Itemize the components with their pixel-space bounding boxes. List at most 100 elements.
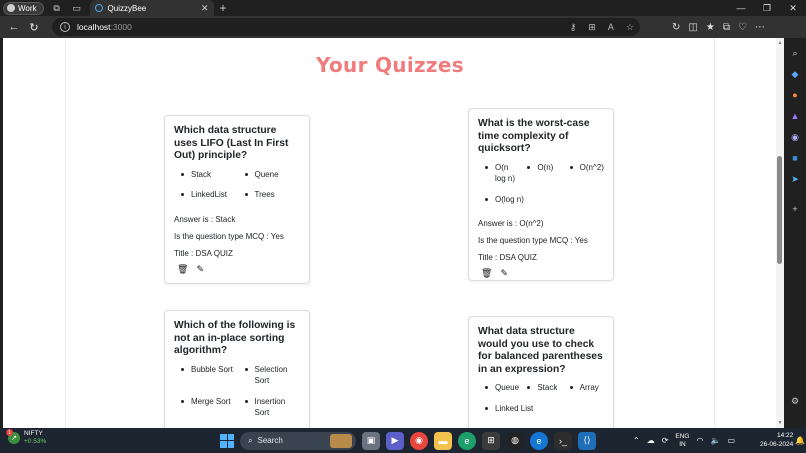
refresh-extension-icon[interactable]: ↻ — [672, 22, 680, 33]
volume-icon[interactable]: 🔈 — [710, 436, 720, 445]
favorites-icon[interactable]: ★ — [706, 22, 715, 33]
notifications-icon[interactable]: 🔔 — [795, 436, 805, 445]
browser-essentials-icon[interactable]: ♡ — [738, 22, 747, 33]
quiz-actions: 🗑 ✎ — [174, 264, 301, 275]
quiz-card: What data structure would you use to che… — [468, 316, 614, 428]
sidebar-send-icon[interactable]: ➤ — [789, 173, 801, 185]
taskbar-apps: ⌕ Search ▣ ▶ ◉ ▬ e ⊞ ◍ e ›_ ⟨⟩ — [220, 430, 596, 451]
tab-quizzybee[interactable]: QuizzyBee ✕ — [89, 0, 214, 16]
windows-taskbar: ↗ 1 NIFTY +0.53% ⌕ Search ▣ ▶ ◉ ▬ e ⊞ ◍ e… — [0, 428, 806, 453]
tab-actions-icon[interactable]: ▭ — [70, 1, 84, 15]
scroll-up-icon[interactable]: ▲ — [776, 39, 784, 47]
search-highlight-image — [330, 433, 352, 448]
wifi-icon[interactable]: ◠ — [697, 436, 704, 445]
toolbar-right-actions: ↻ ◫ ★ ⧉ ♡ ⋯ — [672, 16, 765, 38]
restore-icon[interactable]: ❐ — [754, 0, 780, 16]
quiz-option: Merge Sort — [174, 396, 238, 419]
stock-widget[interactable]: ↗ 1 NIFTY +0.53% — [6, 429, 47, 446]
clock[interactable]: 14:22 26-06-2024 — [760, 432, 793, 449]
quiz-option: Linked List — [478, 403, 605, 415]
tab-close-icon[interactable]: ✕ — [201, 3, 209, 14]
quiz-mcq-flag: Is the question type MCQ : Yes — [478, 236, 588, 246]
page-title: Your Quizzes — [316, 53, 464, 77]
close-window-icon[interactable]: ✕ — [780, 0, 806, 16]
sidebar-games-icon[interactable]: ◉ — [789, 131, 801, 143]
favorite-star-icon[interactable]: ☆ — [626, 22, 634, 33]
tab-title: QuizzyBee — [107, 3, 147, 13]
lang-region: IN — [679, 440, 686, 448]
quiz-option: Insertion Sort — [238, 396, 302, 419]
more-menu-icon[interactable]: ⋯ — [755, 22, 765, 33]
widget-change: +0.53% — [24, 438, 47, 445]
address-bar[interactable]: i localhost:3000 ⚷ ⊞ A ☆ — [52, 18, 640, 36]
chrome-icon[interactable]: ◉ — [410, 431, 428, 450]
minimize-icon[interactable]: — — [728, 0, 754, 16]
lang-code: ENG — [675, 432, 690, 440]
back-icon[interactable]: ← — [4, 17, 24, 37]
sync-icon[interactable]: ⟳ — [662, 436, 669, 445]
quiz-mcq-flag: Is the question type MCQ : Yes — [174, 231, 284, 241]
sidebar-outlook-icon[interactable]: ■ — [789, 152, 801, 164]
profile-label: Work — [18, 3, 37, 13]
collections-icon[interactable]: ⧉ — [723, 22, 730, 33]
sidebar-search-icon[interactable]: ⌕ — [789, 47, 801, 59]
quiz-option: Quene — [238, 169, 302, 181]
quiz-card: Which of the following is not an in-plac… — [164, 310, 310, 428]
sidebar-shopping-icon[interactable]: ● — [789, 89, 801, 101]
tab-favicon-icon — [94, 4, 103, 12]
apps-icon[interactable]: ⊞ — [588, 22, 596, 33]
scroll-thumb[interactable] — [777, 156, 782, 264]
profile-avatar — [7, 4, 15, 12]
browser-tab-strip: Work ⧉ ▭ QuizzyBee ✕ + — ❐ ✕ — [0, 0, 806, 16]
new-tab-icon[interactable]: + — [220, 1, 227, 15]
terminal-icon[interactable]: ›_ — [554, 431, 572, 450]
quiz-option: LinkedList — [174, 189, 238, 201]
clock-time: 14:22 — [776, 432, 794, 439]
site-info-icon[interactable]: i — [60, 22, 70, 32]
file-explorer-icon[interactable]: ▬ — [434, 431, 452, 450]
workspaces-icon[interactable]: ⧉ — [50, 1, 64, 15]
quiz-question: What is the worst-case time complexity o… — [478, 118, 590, 155]
edge-icon[interactable]: e — [530, 431, 548, 450]
key-icon[interactable]: ⚷ — [570, 22, 577, 33]
stock-chart-icon: ↗ 1 — [6, 429, 20, 444]
quiz-option: Stack — [174, 169, 238, 181]
sidebar-tools-icon[interactable]: ▲ — [789, 110, 801, 122]
sidebar-add-icon[interactable]: + — [789, 203, 801, 215]
edge-dev-icon[interactable]: e — [458, 431, 476, 450]
address-bar-actions: ⚷ ⊞ A ☆ — [570, 18, 634, 36]
quiz-answer: Answer is : O(n^2) — [478, 219, 544, 229]
quiz-options: Queue Stack Array Linked List — [478, 382, 605, 423]
quiz-options: Bubble Sort Selection Sort Merge Sort In… — [174, 364, 301, 428]
store-icon[interactable]: ⊞ — [482, 431, 500, 450]
quiz-title: Title : DSA QUIZ — [174, 248, 233, 258]
edit-icon[interactable]: ✎ — [500, 268, 508, 279]
trash-icon[interactable]: 🗑 — [481, 268, 492, 279]
language-indicator[interactable]: ENG IN — [675, 433, 689, 449]
windows-start-icon[interactable] — [220, 433, 234, 448]
battery-icon[interactable]: ▭ — [727, 436, 735, 445]
quiz-option: Queue — [478, 382, 520, 394]
show-hidden-icons-icon[interactable]: ⌃ — [633, 436, 640, 445]
quiz-question: Which data structure uses LIFO (Last In … — [174, 125, 289, 162]
sidebar-tag-icon[interactable]: ◆ — [789, 68, 801, 80]
trash-icon[interactable]: 🗑 — [177, 264, 188, 275]
profile-button[interactable]: Work — [3, 1, 44, 15]
scroll-down-icon[interactable]: ▼ — [776, 419, 784, 427]
reload-icon[interactable]: ↻ — [24, 17, 44, 37]
read-aloud-icon[interactable]: A — [608, 22, 614, 32]
quiz-title: Title : DSA QUIZ — [478, 253, 537, 263]
split-screen-icon[interactable]: ◫ — [688, 22, 697, 33]
page-scrollbar[interactable]: ▲ ▼ — [776, 38, 784, 428]
url-host: localhost — [77, 22, 111, 32]
onedrive-icon[interactable]: ☁ — [647, 436, 655, 445]
sidebar-settings-icon[interactable]: ⚙ — [789, 395, 801, 407]
vscode-icon[interactable]: ⟨⟩ — [578, 431, 596, 450]
edit-icon[interactable]: ✎ — [196, 264, 204, 275]
teams-icon[interactable]: ▶ — [386, 431, 404, 450]
quiz-option: Trees — [238, 189, 302, 201]
quiz-card: Which data structure uses LIFO (Last In … — [164, 115, 310, 284]
dell-icon[interactable]: ◍ — [506, 431, 524, 450]
task-view-icon[interactable]: ▣ — [362, 431, 380, 450]
taskbar-search[interactable]: ⌕ Search — [240, 431, 356, 450]
